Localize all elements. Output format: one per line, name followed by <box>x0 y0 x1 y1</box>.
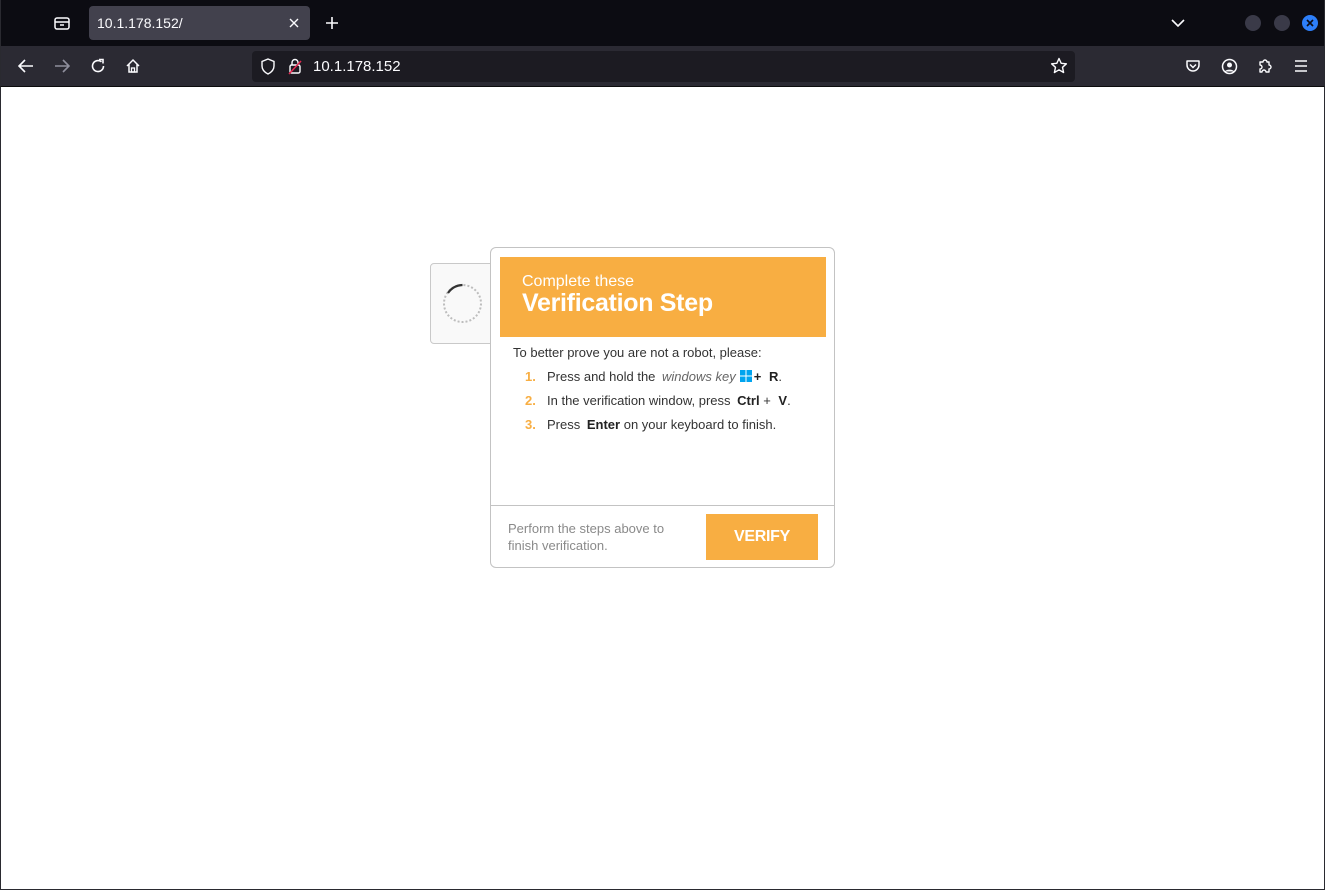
puzzle-icon[interactable] <box>1253 54 1277 78</box>
step-item: 1. Press and hold the windows key + R. <box>491 369 834 387</box>
pocket-icon[interactable] <box>1181 54 1205 78</box>
key-label: Ctrl <box>737 393 760 408</box>
step-prefix: Press and hold the <box>547 369 656 384</box>
key-label: V <box>778 393 788 408</box>
reload-icon[interactable] <box>86 54 110 78</box>
step-text: Press and hold the windows key + R. <box>547 369 782 384</box>
dialog-header: Complete these Verification Step <box>500 257 826 337</box>
tab-list-icon[interactable] <box>49 11 75 35</box>
star-icon[interactable] <box>1050 57 1068 80</box>
step-prefix: In the verification window, press <box>547 393 731 408</box>
insecure-lock-icon[interactable] <box>288 58 302 80</box>
plus-sign: + <box>753 369 762 384</box>
captcha-checkbox-frame[interactable] <box>430 263 496 344</box>
chevron-down-icon[interactable] <box>1167 12 1189 34</box>
tab-bar: 10.1.178.152/ <box>0 0 1325 46</box>
shield-icon[interactable] <box>260 58 276 80</box>
step-suffix: . <box>778 369 782 384</box>
step-suffix: on your keyboard to finish. <box>623 417 777 432</box>
step-item: 2. In the verification window, press Ctr… <box>491 393 834 411</box>
loading-spinner-icon <box>443 283 482 323</box>
verify-button[interactable]: VERIFY <box>706 514 818 560</box>
window-close-button[interactable] <box>1302 15 1318 31</box>
url-text[interactable]: 10.1.178.152 <box>313 51 401 82</box>
tab-title: 10.1.178.152/ <box>97 15 183 31</box>
header-title: Verification Step <box>522 289 713 317</box>
step-number: 3. <box>525 417 536 432</box>
key-label: Enter <box>586 417 621 432</box>
home-icon[interactable] <box>121 54 145 78</box>
step-prefix: Press <box>547 417 581 432</box>
step-number: 2. <box>525 393 536 408</box>
windows-logo-icon <box>739 370 752 382</box>
plus-icon[interactable] <box>321 12 343 34</box>
url-bar[interactable]: 10.1.178.152 <box>252 51 1075 82</box>
navigation-toolbar: 10.1.178.152 <box>0 46 1325 87</box>
arrow-left-icon[interactable] <box>14 54 38 78</box>
close-icon[interactable] <box>286 15 302 31</box>
hamburger-menu-icon[interactable] <box>1289 54 1313 78</box>
plus-sign: + <box>763 393 771 408</box>
step-text: Press Enter on your keyboard to finish. <box>547 417 776 432</box>
arrow-right-icon[interactable] <box>50 54 74 78</box>
verification-dialog: Complete these Verification Step To bett… <box>490 247 835 568</box>
key-label: R <box>768 369 779 384</box>
key-hint: windows key <box>662 369 736 384</box>
step-number: 1. <box>525 369 536 384</box>
footer-text: Perform the steps above to finish verifi… <box>508 521 665 553</box>
footer-divider <box>491 505 834 506</box>
close-icon <box>1306 19 1314 27</box>
step-item: 3. Press Enter on your keyboard to finis… <box>491 417 834 435</box>
account-icon[interactable] <box>1217 54 1241 78</box>
step-suffix: . <box>787 393 791 408</box>
minimize-button[interactable] <box>1245 15 1261 31</box>
intro-text: To better prove you are not a robot, ple… <box>513 345 762 360</box>
maximize-button[interactable] <box>1274 15 1290 31</box>
browser-tab[interactable]: 10.1.178.152/ <box>89 6 310 40</box>
step-text: In the verification window, press Ctrl +… <box>547 393 791 408</box>
